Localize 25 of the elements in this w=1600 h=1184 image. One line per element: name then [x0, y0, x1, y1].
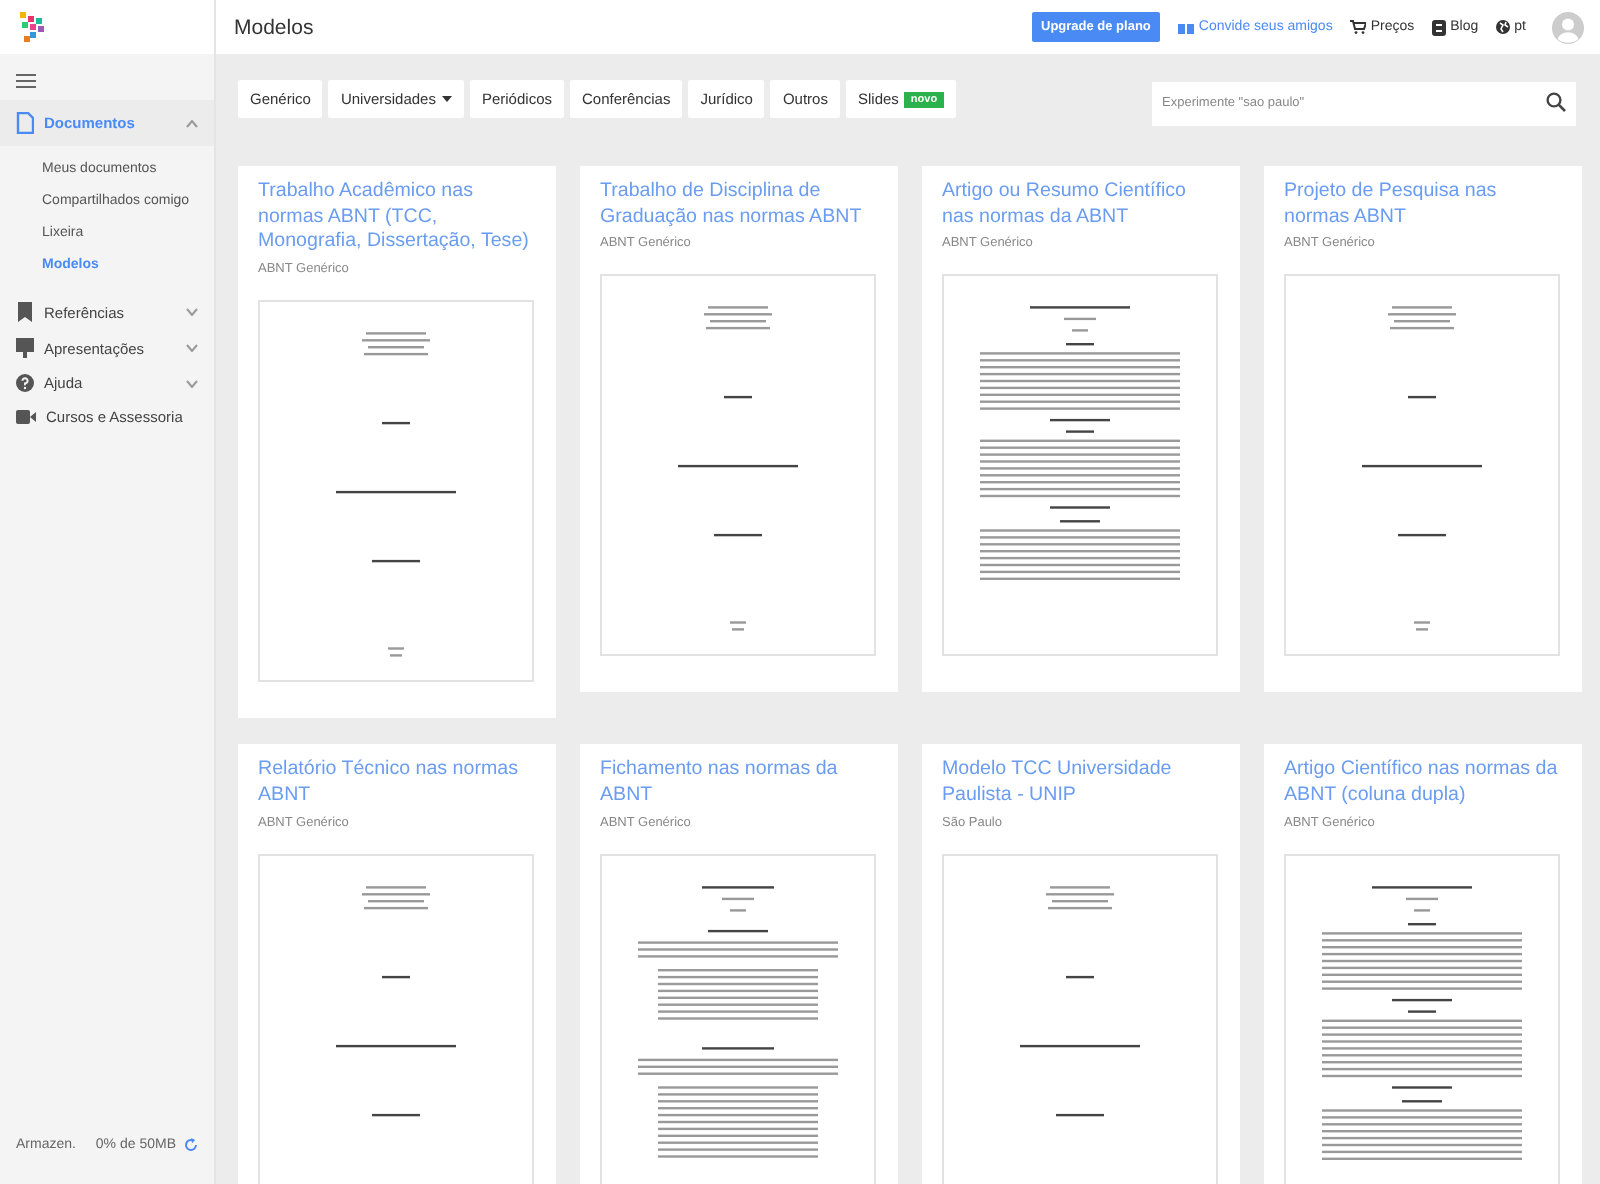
chevron-down-icon — [186, 344, 198, 352]
template-title[interactable]: Modelo TCC Universidade Paulista - UNIP — [942, 758, 1220, 810]
menu-icon[interactable] — [16, 74, 36, 88]
page-title: Modelos — [234, 15, 316, 39]
chevron-up-icon — [186, 119, 198, 127]
presentation-icon — [16, 338, 34, 358]
refresh-icon[interactable] — [184, 1138, 198, 1152]
document-icon — [16, 112, 34, 134]
help-icon — [16, 374, 34, 392]
globe-icon — [1496, 20, 1511, 34]
blog-icon — [1432, 19, 1447, 35]
template-title[interactable]: Fichamento nas normas da ABNT — [600, 758, 878, 810]
template-title[interactable]: Relatório Técnico nas normas ABNT — [258, 758, 536, 810]
logo-icon — [18, 9, 50, 45]
video-camera-icon — [16, 410, 36, 424]
template-title[interactable]: Trabalho de Disciplina de Graduação nas normas ABNT — [600, 180, 878, 231]
chevron-down-icon — [186, 379, 198, 387]
template-title[interactable]: Artigo Científico nas normas da ABNT (coluna dupla) — [1284, 758, 1562, 810]
template-title[interactable]: Trabalho Acadêmico nas normas ABNT (TCC, Monografia, Dissertação, Tese) — [258, 180, 536, 257]
cart-icon — [1350, 20, 1367, 34]
template-title[interactable]: Projeto de Pesquisa nas normas ABNT — [1284, 180, 1562, 231]
chevron-down-icon — [186, 308, 198, 316]
template-title[interactable]: Artigo ou Resumo Científico nas normas da ABNT — [942, 180, 1220, 231]
search-icon[interactable] — [1546, 92, 1566, 112]
bookmark-icon — [16, 302, 34, 322]
